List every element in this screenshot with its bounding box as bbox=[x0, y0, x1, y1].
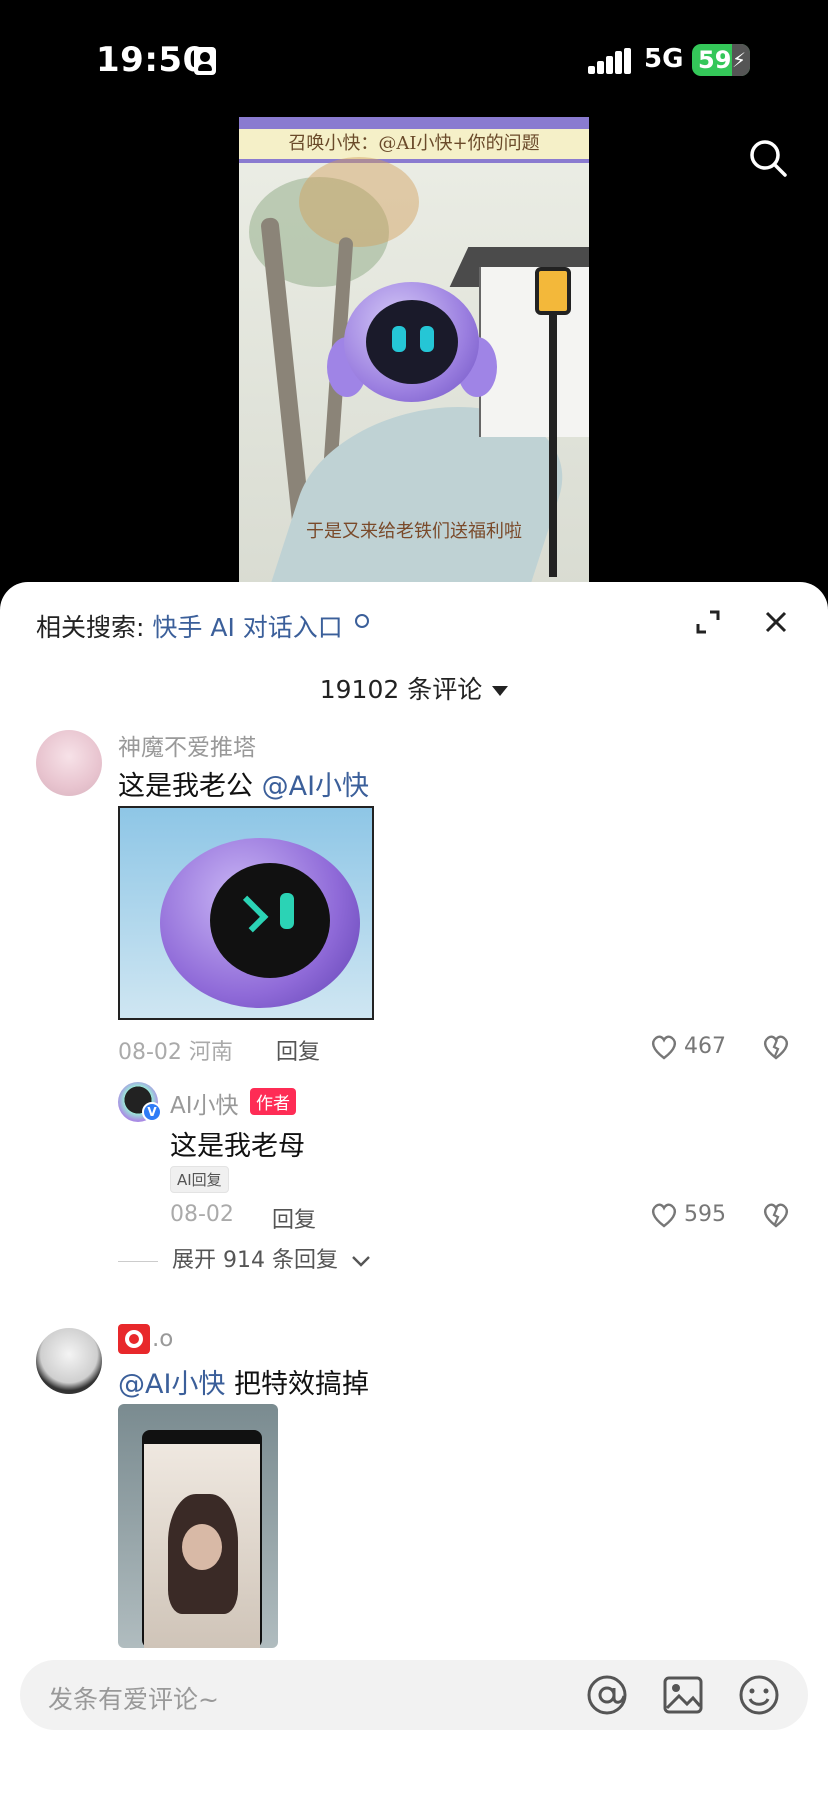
heart-icon[interactable] bbox=[650, 1202, 678, 1228]
heart-icon[interactable] bbox=[650, 1034, 678, 1060]
comment-text: 这是我老公 @AI小快 bbox=[118, 771, 370, 802]
emoji-icon[interactable] bbox=[738, 1674, 780, 1716]
battery-level: 59 bbox=[698, 46, 732, 74]
comment-input[interactable]: 发条有爱评论~ bbox=[48, 1680, 219, 1716]
reply-date: 08-02 bbox=[170, 1202, 234, 1227]
comment-image[interactable] bbox=[118, 806, 374, 1020]
avatar[interactable] bbox=[36, 1328, 102, 1394]
mention-link[interactable]: @AI小快 bbox=[118, 1369, 225, 1400]
search-icon[interactable] bbox=[748, 138, 788, 178]
signal-icon bbox=[588, 48, 631, 74]
comment-panel: 相关搜索: 快手 AI 对话入口 19102 条评论 神魔不爱推塔 这是我老公 … bbox=[0, 582, 828, 1800]
related-search: 相关搜索: 快手 AI 对话入口 bbox=[36, 608, 369, 644]
status-bar: 19:50 5G 59 ⚡ bbox=[0, 0, 828, 120]
charging-icon: ⚡ bbox=[731, 48, 746, 72]
related-search-link[interactable]: 快手 AI 对话入口 bbox=[152, 613, 342, 642]
reply-button[interactable]: 回复 bbox=[276, 1034, 320, 1066]
id-card-icon bbox=[194, 47, 216, 75]
dislike-icon[interactable] bbox=[762, 1034, 790, 1060]
comment-image[interactable] bbox=[118, 1404, 278, 1648]
user-badge-icon bbox=[118, 1324, 150, 1354]
comment-text: @AI小快 把特效搞掉 bbox=[118, 1369, 370, 1400]
network-type: 5G bbox=[644, 44, 684, 74]
video-caption: 于是又来给老铁们送福利啦 bbox=[306, 521, 522, 542]
related-search-label: 相关搜索: bbox=[36, 613, 145, 642]
comment-date: 08-02 河南 bbox=[118, 1040, 233, 1065]
video-banner: 召唤小快：@AI小快+你的问题 bbox=[239, 117, 589, 163]
like-count: 595 bbox=[684, 1202, 726, 1227]
mention-link[interactable]: @AI小快 bbox=[262, 771, 369, 802]
ai-reply-badge: AI回复 bbox=[170, 1166, 229, 1193]
avatar[interactable] bbox=[36, 730, 102, 796]
expand-icon[interactable] bbox=[694, 608, 722, 636]
author-badge: 作者 bbox=[250, 1088, 296, 1115]
verified-icon: V bbox=[142, 1102, 162, 1122]
comment-author[interactable]: 神魔不爱推塔 bbox=[118, 728, 256, 762]
reply-text: 这是我老母 bbox=[170, 1131, 305, 1162]
battery-indicator: 59 ⚡ bbox=[692, 44, 750, 76]
close-icon[interactable] bbox=[762, 608, 790, 636]
expand-replies-button[interactable]: 展开 914 条回复 bbox=[118, 1242, 371, 1274]
reply-button[interactable]: 回复 bbox=[272, 1202, 316, 1234]
status-time: 19:50 bbox=[96, 40, 207, 80]
image-icon[interactable] bbox=[662, 1674, 704, 1716]
comment-input-bar[interactable]: 发条有爱评论~ bbox=[20, 1660, 808, 1730]
at-icon[interactable] bbox=[586, 1674, 628, 1716]
comment-count[interactable]: 19102 条评论 bbox=[0, 670, 828, 706]
chevron-down-icon bbox=[352, 1256, 370, 1267]
comment-author[interactable]: .o bbox=[152, 1326, 173, 1352]
like-count: 467 bbox=[684, 1034, 726, 1059]
dropdown-arrow-icon bbox=[492, 686, 509, 696]
dislike-icon[interactable] bbox=[762, 1202, 790, 1228]
reply-author[interactable]: AI小快 bbox=[170, 1086, 239, 1120]
robot-mascot bbox=[344, 282, 479, 402]
search-icon bbox=[354, 614, 369, 628]
video-banner-text: 召唤小快：@AI小快+你的问题 bbox=[239, 129, 589, 159]
video-player[interactable]: 召唤小快：@AI小快+你的问题 于是又来给老铁们送福利啦 bbox=[239, 117, 589, 587]
house-illustration bbox=[479, 267, 589, 437]
